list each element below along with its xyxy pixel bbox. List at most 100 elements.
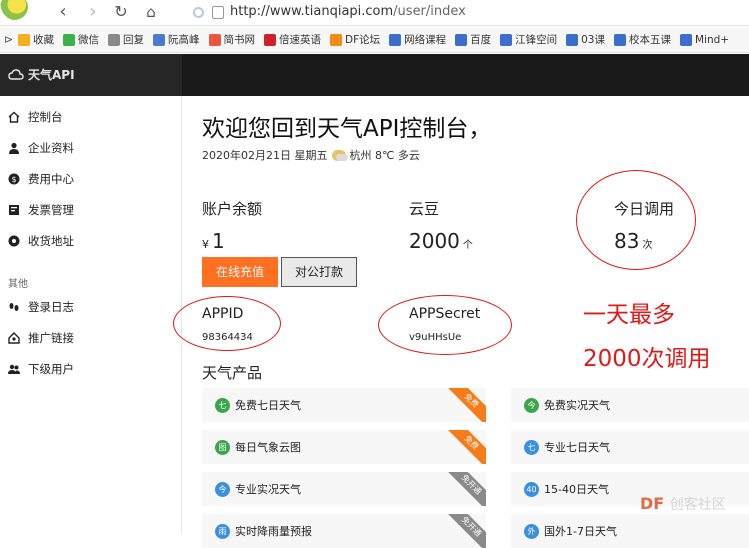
product-ribbon: 免开通 xyxy=(445,514,486,548)
sidebar-item-login-log[interactable]: 登录日志 xyxy=(8,299,74,315)
bookmark-icon xyxy=(680,33,692,46)
sidebar-item-dashboard[interactable]: 控制台 xyxy=(8,109,63,125)
bookmark-icon xyxy=(208,33,221,46)
bookmark-item[interactable]: Mind+ xyxy=(680,33,729,46)
product-badge-icon: 今 xyxy=(215,481,230,497)
weather-text: 杭州 8℃ 多云 xyxy=(349,149,420,162)
refresh-icon[interactable]: ↻ xyxy=(110,2,132,24)
bookmark-icon xyxy=(264,33,276,46)
bookmark-item[interactable]: 阮高峰 xyxy=(153,32,200,47)
bookmark-label: 简书网 xyxy=(223,34,256,46)
logo-text: 天气API xyxy=(28,68,75,82)
bookmark-icon xyxy=(455,33,468,46)
cloud-logo-icon xyxy=(8,68,24,80)
bank-transfer-button[interactable]: 对公打款 xyxy=(281,257,357,287)
bookmark-label: 03课 xyxy=(581,34,605,46)
annotation-text-max: 一天最多 xyxy=(583,302,675,328)
home-icon xyxy=(8,111,20,123)
bookmark-icon xyxy=(614,33,626,46)
cloudy-weather-icon xyxy=(331,149,348,161)
product-card[interactable]: 今专业实况天气 免开通 xyxy=(202,472,486,506)
browser-logo-icon xyxy=(0,0,28,20)
bookmark-label: DF论坛 xyxy=(345,34,381,46)
bookmark-item[interactable]: 收藏 xyxy=(18,32,54,47)
invoice-icon xyxy=(9,205,19,215)
sidebar-item-billing[interactable]: $ 费用中心 xyxy=(8,171,74,187)
bookmark-item[interactable]: 03课 xyxy=(566,32,605,47)
bookmark-item[interactable]: 倍速英语 xyxy=(264,32,321,47)
sidebar-category-label: 其他 xyxy=(8,279,28,290)
sidebar-item-company-profile[interactable]: 企业资料 xyxy=(8,140,74,156)
product-card[interactable]: 图每日气象云图 免费 xyxy=(202,430,486,464)
sidebar-item-label: 推广链接 xyxy=(28,331,74,345)
bookmark-icon xyxy=(18,33,30,46)
product-label: 15-40日天气 xyxy=(544,483,609,496)
url-input[interactable]: http://www.tianqiapi.com/user/index xyxy=(230,4,466,19)
browser-address-bar: ‹ › ↻ ⌂ http://www.tianqiapi.com/user/in… xyxy=(0,0,749,26)
coins-label: 云豆 xyxy=(409,200,440,218)
product-label: 免费七日天气 xyxy=(235,399,301,412)
bookmark-icon xyxy=(389,33,402,46)
annotation-text-calls: 2000次调用 xyxy=(583,346,711,372)
bookmark-icon xyxy=(108,33,120,46)
bookmark-icon xyxy=(566,33,579,46)
coins-unit: 个 xyxy=(462,240,473,251)
bookmark-label: 回复 xyxy=(123,34,144,46)
coins-value: 2000 个 xyxy=(409,229,473,253)
bookmark-label: 江锋空间 xyxy=(515,34,558,46)
sidebar-item-referral-link[interactable]: 推广链接 xyxy=(8,330,74,346)
back-icon[interactable]: ‹ xyxy=(52,2,74,24)
main-content: 欢迎您回到天气API控制台， 2020年02月21日 星期五 杭州 8℃ 多云 … xyxy=(173,96,749,548)
product-badge-icon: 雨 xyxy=(215,523,230,539)
annotation-circle-appid xyxy=(173,296,281,351)
page-title: 欢迎您回到天气API控制台， xyxy=(202,116,492,142)
product-card[interactable]: 雨实时降雨量预报 免开通 xyxy=(202,514,486,548)
home-icon[interactable]: ⌂ xyxy=(140,2,162,24)
sidebar-item-label: 企业资料 xyxy=(28,141,74,155)
bookmark-item[interactable]: 微信 xyxy=(63,32,99,47)
sidebar-item-invoices[interactable]: 发票管理 xyxy=(8,202,74,218)
bookmark-item[interactable]: 简书网 xyxy=(208,32,256,47)
bookmark-item[interactable]: 江锋空间 xyxy=(500,32,557,47)
product-badge-icon: 七 xyxy=(215,397,230,413)
product-card[interactable]: 七免费七日天气 免费 xyxy=(202,388,486,422)
bookmark-item[interactable]: 网络课程 xyxy=(389,32,446,47)
bookmark-item[interactable]: 校本五课 xyxy=(614,32,671,47)
date-weather-line: 2020年02月21日 星期五 杭州 8℃ 多云 xyxy=(202,147,420,163)
connection-icon[interactable] xyxy=(193,7,204,18)
sidebar: 控制台 企业资料 $ 费用中心 发票管理 收货地址 其他 登录日志 推广链接 下… xyxy=(0,96,182,534)
bookmark-list: 收藏 微信 回复 阮高峰 简书网 倍速英语 DF论坛 网络课程 百度 江锋空间 03课 校本五课 Min… xyxy=(18,32,738,47)
bookmark-icon xyxy=(500,33,513,46)
date-text: 2020年02月21日 星期五 xyxy=(202,149,328,162)
watermark: DF 创客社区 xyxy=(640,494,726,514)
share-icon xyxy=(8,332,20,344)
bookmark-label: 倍速英语 xyxy=(279,34,321,46)
header-main xyxy=(182,54,749,96)
product-label: 每日气象云图 xyxy=(235,441,301,454)
product-card[interactable]: 今免费实况天气 xyxy=(511,388,749,422)
sidebar-item-address[interactable]: 收货地址 xyxy=(8,233,74,249)
sidebar-item-sub-users[interactable]: 下级用户 xyxy=(8,361,74,377)
product-card[interactable]: 外国外1-7日天气 xyxy=(511,514,749,548)
coins-amount: 2000 xyxy=(409,229,460,253)
site-header: 天气API xyxy=(0,54,749,96)
bookmark-icon xyxy=(153,33,165,46)
bookmark-icon xyxy=(330,33,342,46)
sidebar-toggle-icon[interactable]: ⊳ xyxy=(4,33,18,46)
bookmark-item[interactable]: 回复 xyxy=(108,32,144,47)
bookmark-item[interactable]: 百度 xyxy=(455,32,491,47)
url-path: /user/index xyxy=(393,4,466,19)
annotation-circle-appsecret xyxy=(378,295,512,355)
bookmarks-bar: ⊳ 收藏 微信 回复 阮高峰 简书网 倍速英语 DF论坛 网络课程 百度 江锋空间 03课 校本五课 M… xyxy=(0,27,749,53)
product-label: 国外1-7日天气 xyxy=(544,525,617,538)
recharge-button[interactable]: 在线充值 xyxy=(202,257,278,287)
site-logo[interactable]: 天气API xyxy=(8,66,75,83)
product-label: 免费实况天气 xyxy=(544,399,610,412)
product-card[interactable]: 七专业七日天气 xyxy=(511,430,749,464)
sidebar-item-label: 下级用户 xyxy=(28,362,74,376)
forward-icon[interactable]: › xyxy=(82,2,104,24)
bookmark-item[interactable]: DF论坛 xyxy=(330,32,380,47)
bookmark-label: 阮高峰 xyxy=(168,34,200,46)
product-ribbon: 免费 xyxy=(445,430,486,464)
bookmark-icon xyxy=(63,33,75,46)
